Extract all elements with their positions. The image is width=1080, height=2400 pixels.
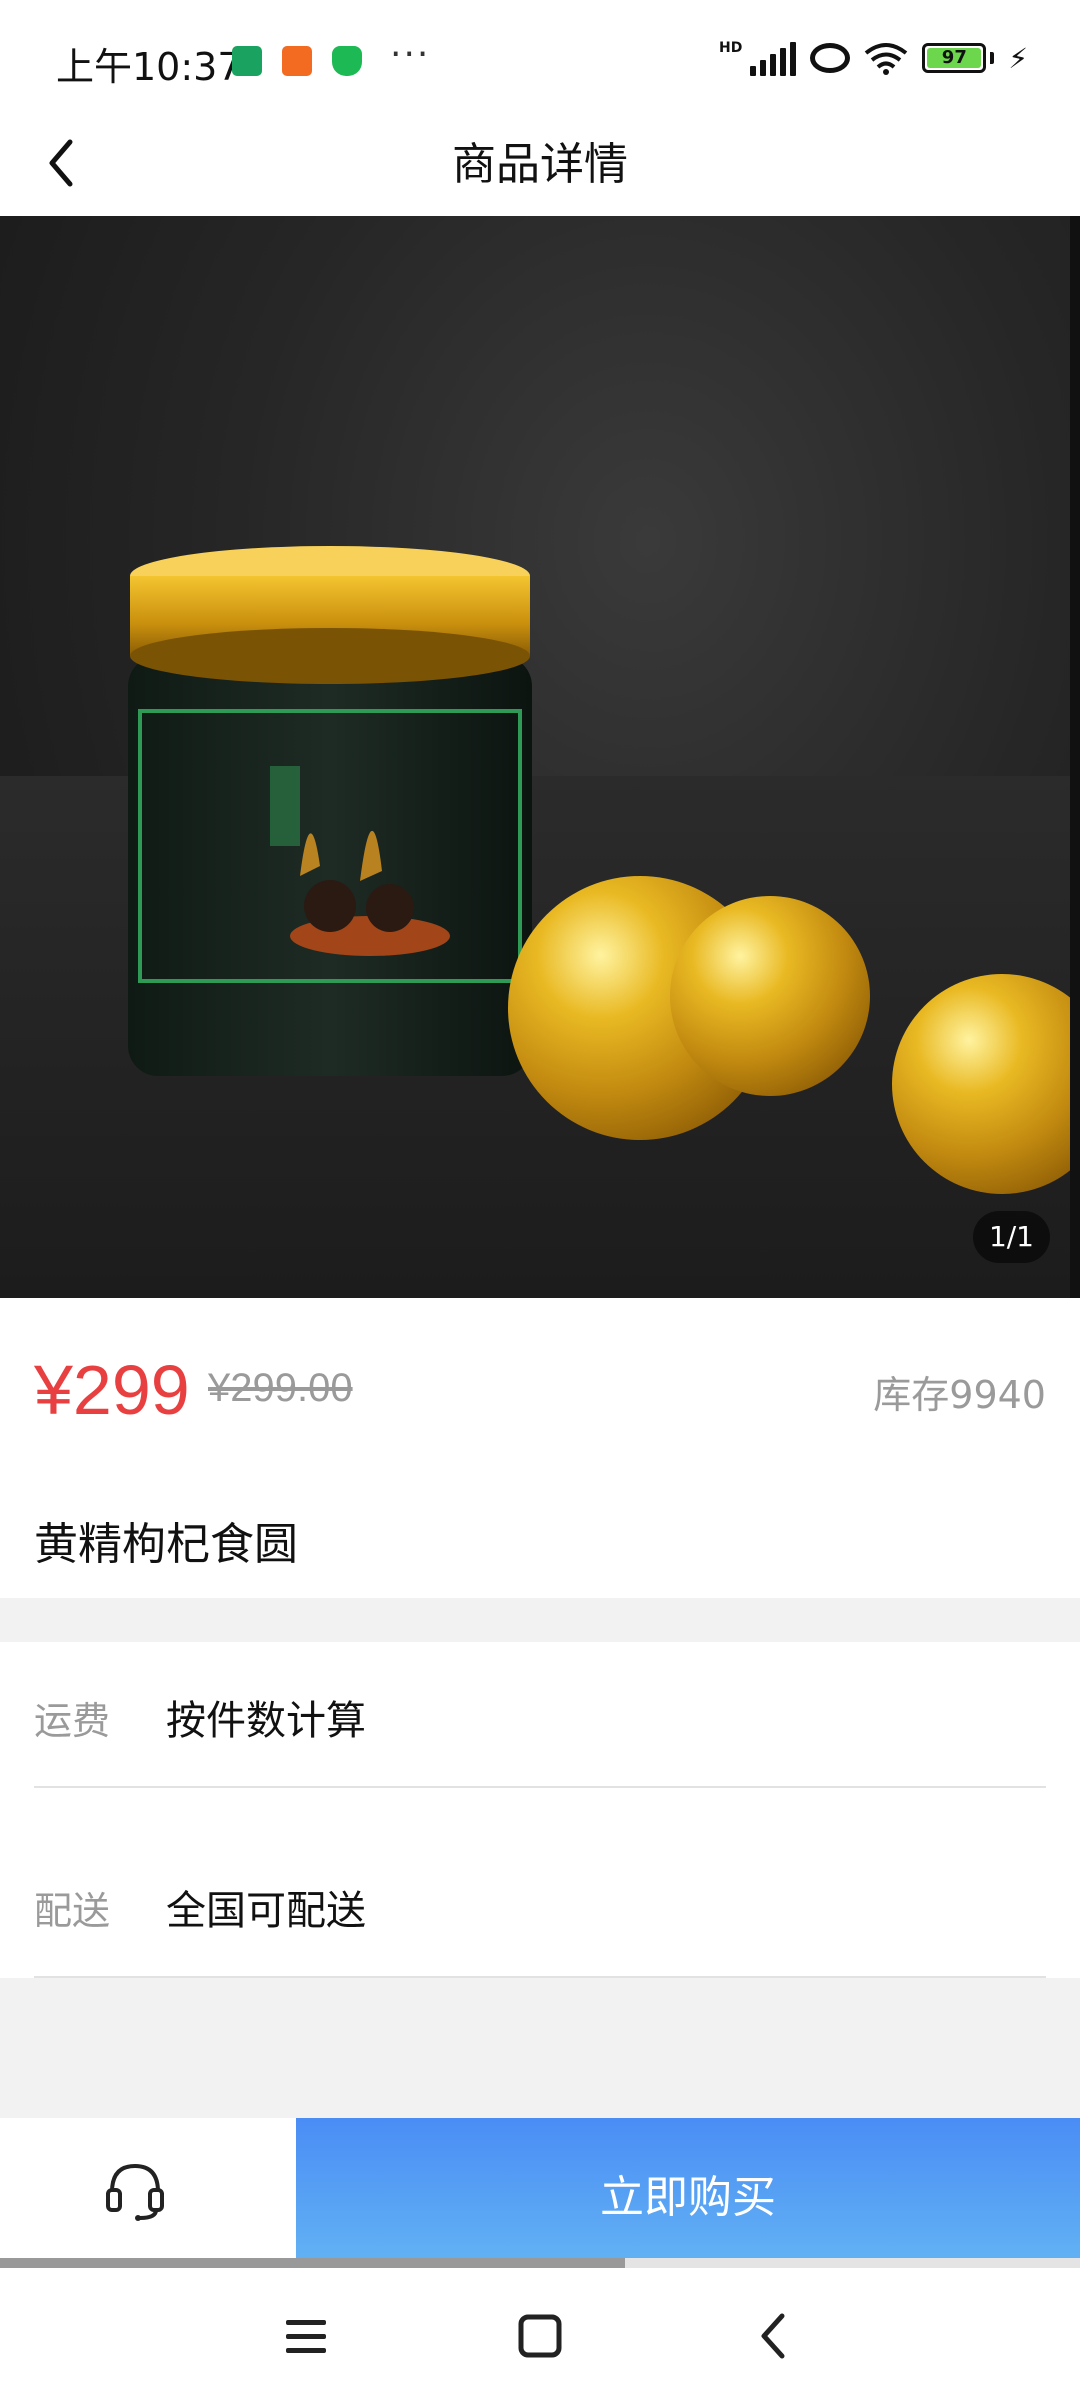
signal-icon (750, 40, 797, 76)
original-price: ¥299.00 (208, 1366, 353, 1410)
current-price: ¥299 (34, 1351, 190, 1429)
product-name: 黄精枸杞食圆 (34, 1519, 298, 1570)
shield-icon (332, 46, 362, 76)
delivery-label: 配送 (34, 1889, 111, 1933)
app-notification-icon (282, 46, 312, 76)
product-image[interactable]: 1/1 (0, 216, 1080, 1298)
scrollbar[interactable] (0, 2258, 1080, 2268)
shipping-info: 运费 按件数计算 配送 全国可配送 (0, 1642, 1080, 1978)
delivery-value: 全国可配送 (166, 1888, 366, 1934)
system-navigation-bar (0, 2268, 1080, 2400)
home-icon[interactable] (510, 2306, 570, 2366)
battery-icon: 97 (922, 43, 987, 73)
menu-icon[interactable] (276, 2306, 336, 2366)
status-bar: 上午10:37 ··· HD 97 ⚡ (0, 0, 1080, 110)
back-icon[interactable] (744, 2306, 804, 2366)
shipping-fee-row: 运费 按件数计算 (34, 1642, 1046, 1788)
headset-icon (106, 2163, 164, 2221)
hd-label: HD (718, 40, 743, 56)
battery-cap (990, 52, 995, 64)
page-title: 商品详情 (452, 139, 628, 190)
section-divider (0, 1598, 1080, 1642)
download-icon (232, 46, 262, 76)
image-counter: 1/1 (972, 1211, 1050, 1263)
image-edge (1070, 216, 1080, 1298)
more-notifications-icon: ··· (390, 34, 431, 75)
price-section: ¥299 ¥299.00 库存9940 (0, 1298, 1080, 1438)
product-name-section: 黄精枸杞食圆 (0, 1438, 1080, 1598)
shipping-fee-label: 运费 (34, 1699, 111, 1743)
header: 商品详情 (0, 110, 1080, 216)
section-divider (0, 1978, 1080, 2118)
status-icons: HD 97 ⚡ (719, 40, 1028, 76)
customer-service-button[interactable] (0, 2118, 296, 2268)
buy-now-button[interactable]: 立即购买 (296, 2118, 1080, 2268)
gold-ball-image (670, 896, 870, 1096)
wifi-icon (865, 43, 908, 75)
battery-level: 97 (941, 47, 967, 68)
product-jar-image (128, 546, 532, 1076)
status-time: 上午10:37 (56, 45, 242, 89)
shipping-fee-value: 按件数计算 (166, 1698, 366, 1744)
charging-icon: ⚡ (1008, 41, 1028, 75)
action-bar: 立即购买 (0, 2118, 1080, 2268)
delivery-row: 配送 全国可配送 (34, 1832, 1046, 1978)
link-icon (810, 43, 851, 73)
stock-count: 库存9940 (873, 1373, 1046, 1417)
scrollbar-thumb[interactable] (0, 2258, 625, 2268)
